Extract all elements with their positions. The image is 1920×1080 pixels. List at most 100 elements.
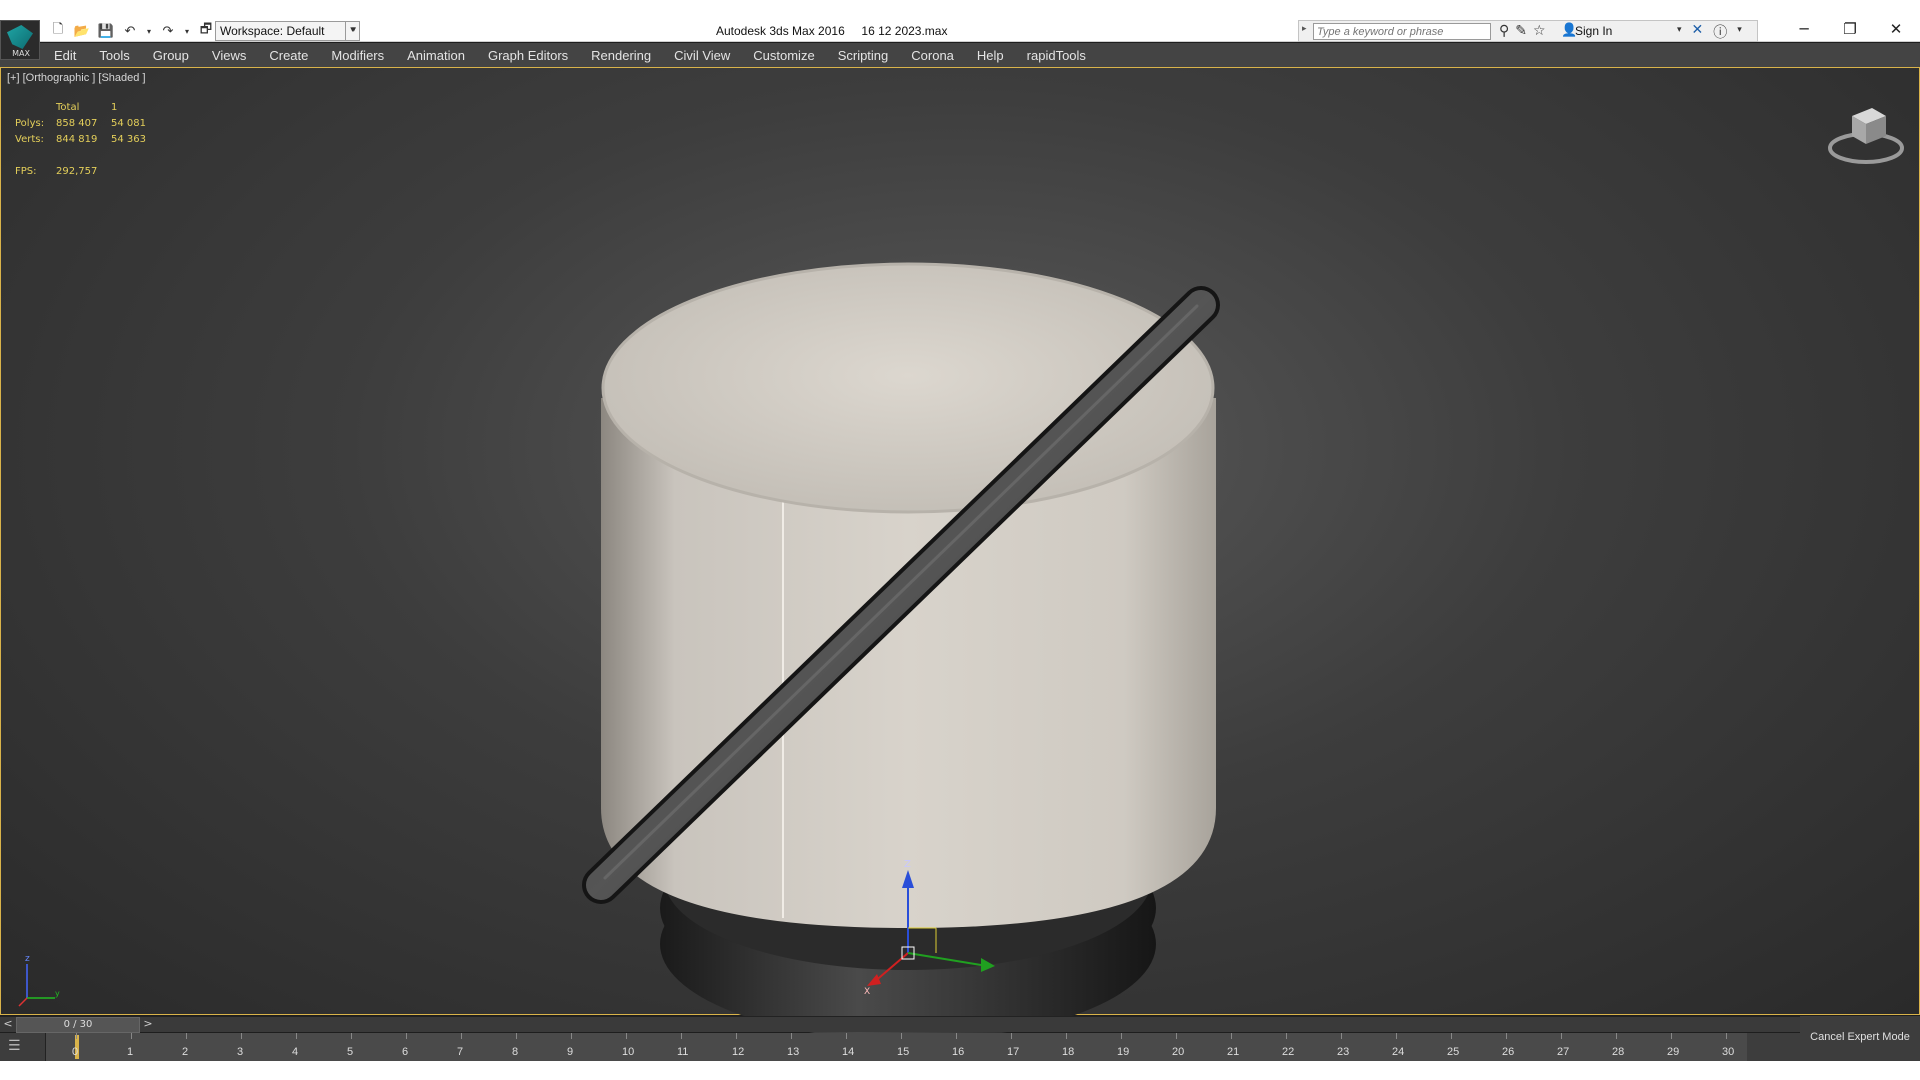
menu-group[interactable]: Group bbox=[153, 48, 189, 63]
time-slider-next-button[interactable]: > bbox=[140, 1017, 156, 1033]
track-tick-mark bbox=[956, 1033, 957, 1039]
track-tick-label: 26 bbox=[1502, 1046, 1515, 1058]
menu-edit[interactable]: Edit bbox=[54, 48, 76, 63]
track-tick-label: 1 bbox=[127, 1046, 134, 1058]
menu-graph-editors[interactable]: Graph Editors bbox=[488, 48, 568, 63]
track-tick-label: 2 bbox=[182, 1046, 189, 1058]
track-tick-mark bbox=[736, 1033, 737, 1039]
restore-button[interactable]: ❐ bbox=[1830, 20, 1870, 42]
title-bar: 🗋 📂 💾 ↶ ▾ ↷ ▾ 🗗 Workspace: Default ▾ ▾ A… bbox=[0, 0, 1920, 42]
sign-in-button[interactable]: Sign In bbox=[1575, 24, 1612, 38]
svg-text:X: X bbox=[864, 987, 870, 997]
menu-civil-view[interactable]: Civil View bbox=[674, 48, 730, 63]
sign-in-dropdown-icon[interactable]: ▾ bbox=[1677, 22, 1682, 42]
track-tick-mark bbox=[1286, 1033, 1287, 1039]
track-tick-label: 10 bbox=[622, 1046, 635, 1058]
3dsmax-logo-icon bbox=[7, 25, 33, 49]
track-tick-label: 21 bbox=[1227, 1046, 1240, 1058]
menu-create[interactable]: Create bbox=[269, 48, 308, 63]
main-menu-bar: Edit Tools Group Views Create Modifiers Animat… bbox=[40, 43, 1920, 67]
search-input[interactable] bbox=[1313, 23, 1491, 40]
close-button[interactable]: ✕ bbox=[1876, 20, 1916, 42]
time-slider-prev-button[interactable]: < bbox=[0, 1017, 16, 1033]
track-tick-mark bbox=[241, 1033, 242, 1039]
menu-help[interactable]: Help bbox=[977, 48, 1004, 63]
track-tick-mark bbox=[1231, 1033, 1232, 1039]
track-tick-mark bbox=[681, 1033, 682, 1039]
track-tick-label: 6 bbox=[402, 1046, 409, 1058]
track-bar: ☰ 0 1 2 3 4 5 6 7 8 9 10 11 12 13 14 15 16 17 18 19 20 21 22 23… bbox=[0, 1033, 1800, 1061]
track-tick-label: 9 bbox=[567, 1046, 574, 1058]
menu-modifiers[interactable]: Modifiers bbox=[331, 48, 384, 63]
track-tick-label: 24 bbox=[1392, 1046, 1405, 1058]
logo-text: MAX bbox=[12, 49, 30, 58]
track-tick-label: 20 bbox=[1172, 1046, 1185, 1058]
track-tick-mark bbox=[901, 1033, 902, 1039]
perspective-viewport[interactable]: [+] [Orthographic ] [Shaded ] Total 1 Po… bbox=[0, 67, 1920, 1040]
track-tick-label: 12 bbox=[732, 1046, 745, 1058]
communication-center-icon[interactable]: ✎ bbox=[1515, 23, 1527, 39]
application-menu-button[interactable]: MAX bbox=[0, 20, 40, 60]
menu-rendering[interactable]: Rendering bbox=[591, 48, 651, 63]
save-icon[interactable]: 💾 bbox=[96, 22, 116, 40]
redo-icon[interactable]: ↷ bbox=[158, 22, 178, 40]
track-tick-label: 8 bbox=[512, 1046, 519, 1058]
workspace-dropdown[interactable]: Workspace: Default ▾ bbox=[215, 21, 360, 41]
menu-scripting[interactable]: Scripting bbox=[838, 48, 889, 63]
track-tick-mark bbox=[1011, 1033, 1012, 1039]
mini-curve-editor-icon[interactable]: ☰ bbox=[8, 1038, 34, 1056]
menu-customize[interactable]: Customize bbox=[753, 48, 814, 63]
menu-views[interactable]: Views bbox=[212, 48, 246, 63]
menu-corona[interactable]: Corona bbox=[911, 48, 954, 63]
track-tick-mark bbox=[1506, 1033, 1507, 1039]
track-tick-label: 29 bbox=[1667, 1046, 1680, 1058]
project-folder-icon[interactable]: 🗗 bbox=[196, 22, 216, 40]
infocenter: ▸ ⚲ ✎ ☆ 👤 Sign In ▾ ✕ ⓘ ▾ bbox=[1298, 20, 1758, 42]
expand-arrow-icon[interactable]: ▸ bbox=[1302, 24, 1307, 34]
track-tick-label: 25 bbox=[1447, 1046, 1460, 1058]
track-tick-mark bbox=[296, 1033, 297, 1039]
redo-dropdown-icon[interactable]: ▾ bbox=[182, 22, 192, 40]
svg-text:z: z bbox=[25, 954, 30, 964]
menu-tools[interactable]: Tools bbox=[99, 48, 129, 63]
track-tick-mark bbox=[1671, 1033, 1672, 1039]
track-tick-mark bbox=[571, 1033, 572, 1039]
viewcube-icon[interactable] bbox=[1826, 98, 1906, 168]
menu-animation[interactable]: Animation bbox=[407, 48, 465, 63]
time-slider-thumb[interactable]: 0 / 30 bbox=[16, 1017, 140, 1033]
track-tick-label: 3 bbox=[237, 1046, 244, 1058]
pouf-model[interactable]: Z X bbox=[561, 188, 1261, 1048]
track-tick-label: 30 bbox=[1722, 1046, 1735, 1058]
track-tick-label: 17 bbox=[1007, 1046, 1020, 1058]
track-tick-mark bbox=[186, 1033, 187, 1039]
undo-dropdown-icon[interactable]: ▾ bbox=[144, 22, 154, 40]
open-file-icon[interactable]: 📂 bbox=[72, 22, 92, 40]
track-tick-label: 27 bbox=[1557, 1046, 1570, 1058]
status-strip bbox=[0, 1061, 1920, 1080]
new-file-icon[interactable]: 🗋 bbox=[48, 22, 68, 40]
exchange-apps-icon[interactable]: ✕ bbox=[1692, 22, 1704, 42]
track-tick-label: 19 bbox=[1117, 1046, 1130, 1058]
track-tick-label: 23 bbox=[1337, 1046, 1350, 1058]
window-title: Autodesk 3ds Max 2016 16 12 2023.max bbox=[716, 24, 948, 38]
help-dropdown-icon[interactable]: ▾ bbox=[1737, 22, 1742, 42]
axis-tripod-icon: z y bbox=[18, 954, 60, 1007]
track-tick-mark bbox=[1616, 1033, 1617, 1039]
cancel-expert-mode-button[interactable]: Cancel Expert Mode bbox=[1800, 1024, 1920, 1050]
help-icon[interactable]: ⓘ bbox=[1713, 22, 1727, 42]
track-tick-mark bbox=[1396, 1033, 1397, 1039]
viewport-label[interactable]: [+] [Orthographic ] [Shaded ] bbox=[7, 72, 146, 84]
track-tick-mark bbox=[1451, 1033, 1452, 1039]
time-slider[interactable]: < 0 / 30 > bbox=[0, 1016, 1800, 1033]
track-tick-label: 14 bbox=[842, 1046, 855, 1058]
track-tick-mark bbox=[1121, 1033, 1122, 1039]
undo-icon[interactable]: ↶ bbox=[120, 22, 140, 40]
minimize-button[interactable]: ─ bbox=[1784, 20, 1824, 42]
track-bar-ruler[interactable]: 0 1 2 3 4 5 6 7 8 9 10 11 12 13 14 15 16 17 18 19 20 21 22 23 24… bbox=[45, 1033, 1747, 1061]
favorites-star-icon[interactable]: ☆ bbox=[1533, 23, 1546, 39]
track-tick-mark bbox=[131, 1033, 132, 1039]
track-tick-mark bbox=[1341, 1033, 1342, 1039]
menu-rapidtools[interactable]: rapidTools bbox=[1027, 48, 1086, 63]
binoculars-icon[interactable]: ⚲ bbox=[1499, 23, 1509, 39]
qat-customize-icon[interactable]: ▾ bbox=[345, 21, 359, 41]
